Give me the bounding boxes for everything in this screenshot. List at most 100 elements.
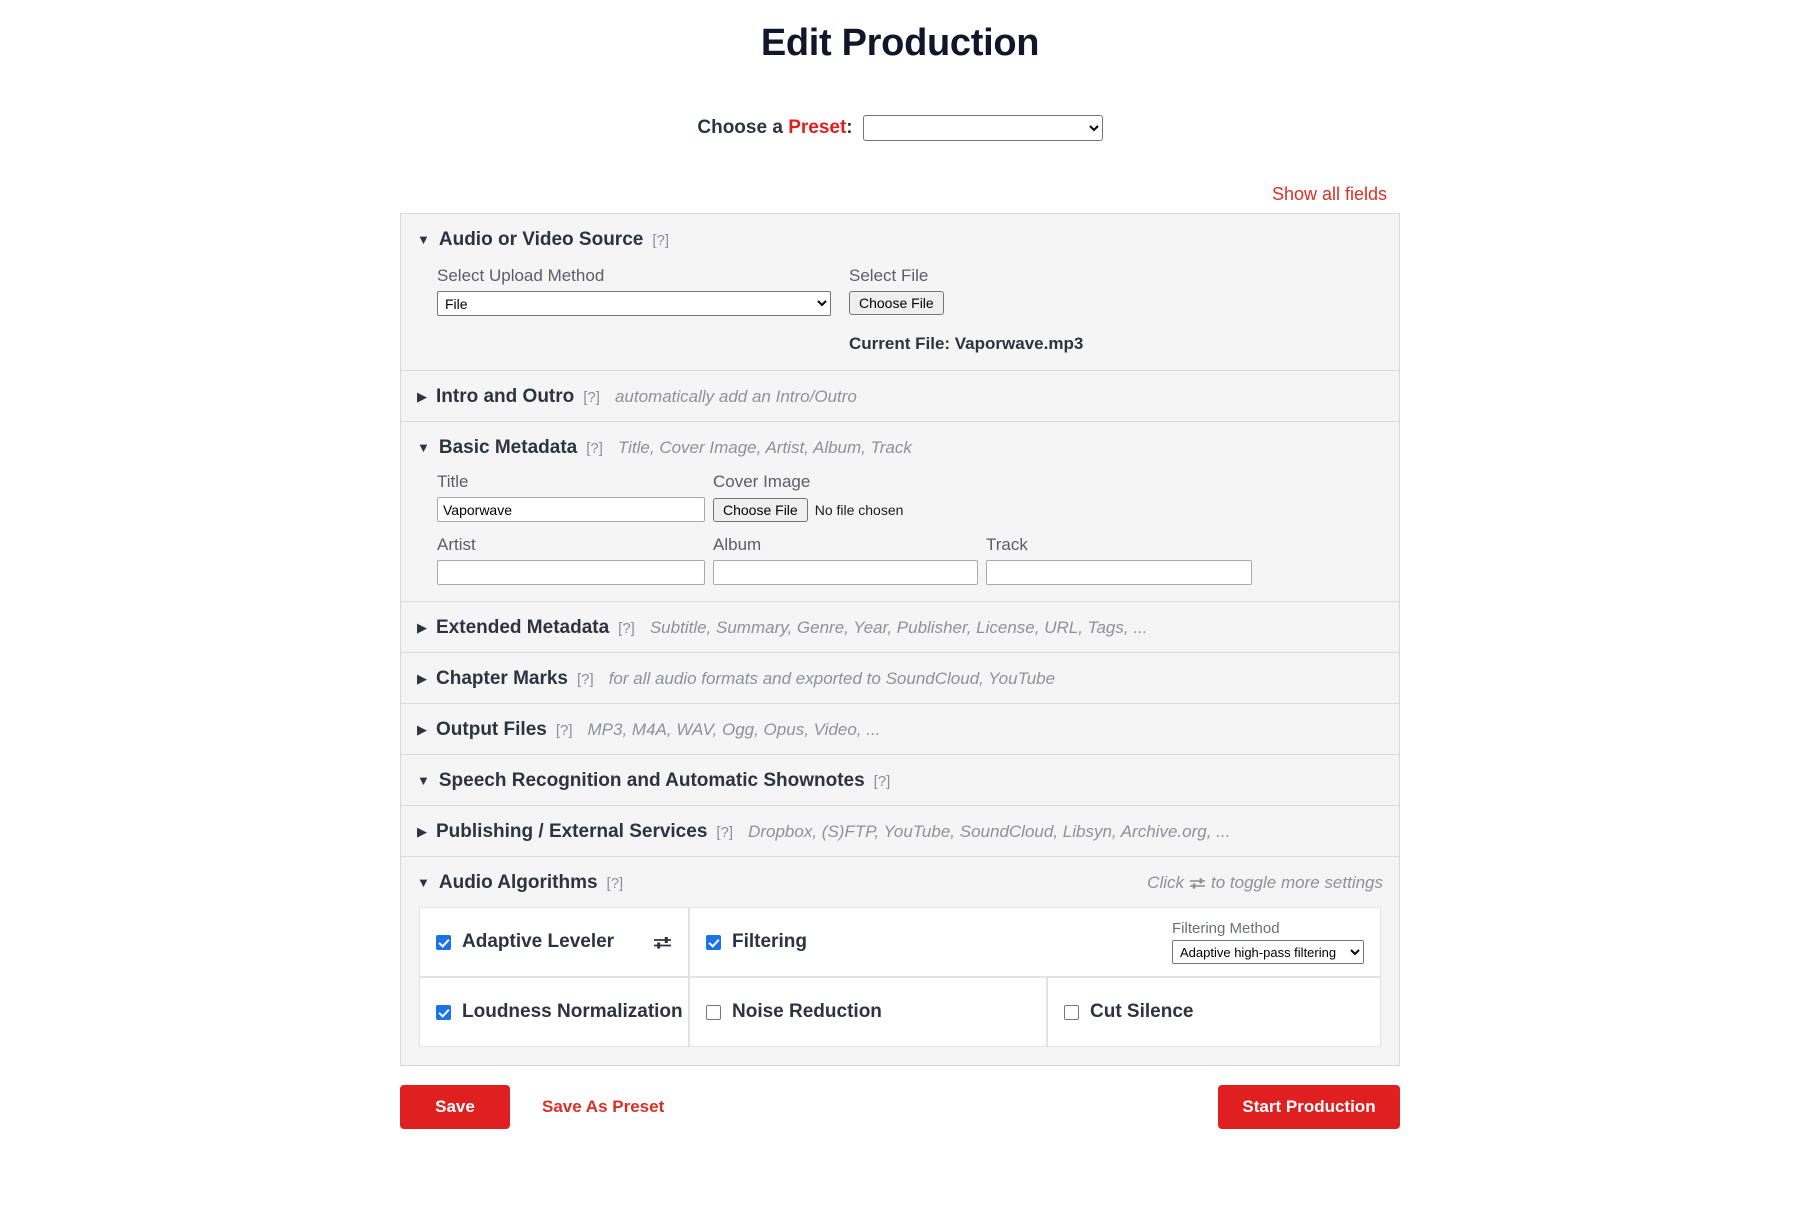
help-icon-basic-metadata[interactable]: [?]	[586, 440, 603, 457]
triangle-right-icon: ▶	[417, 723, 427, 736]
artist-label: Artist	[437, 535, 705, 555]
filtering-method-select[interactable]: Adaptive high-pass filtering	[1172, 940, 1364, 964]
section-audio-video-source: ▼ Audio or Video Source [?] Select Uploa…	[401, 214, 1399, 371]
section-intro-and-outro: ▶ Intro and Outro [?] automatically add …	[401, 371, 1399, 422]
label-noise-reduction: Noise Reduction	[732, 1001, 882, 1023]
preset-label-accent: Preset	[788, 117, 846, 138]
help-icon-publishing-external-services[interactable]: [?]	[716, 824, 733, 841]
section-chapter-marks: ▶ Chapter Marks [?] for all audio format…	[401, 653, 1399, 704]
algo-card-cut-silence[interactable]: Cut Silence	[1047, 977, 1381, 1047]
audio-algorithms-grid: Adaptive Leveler	[401, 907, 1399, 1065]
save-as-preset-button[interactable]: Save As Preset	[536, 1096, 670, 1118]
section-header-extended-metadata[interactable]: ▶ Extended Metadata [?] Subtitle, Summar…	[401, 602, 1399, 652]
album-input[interactable]	[713, 560, 978, 585]
select-file-label: Select File	[849, 266, 1083, 286]
choose-file-button-cover[interactable]: Choose File	[713, 498, 808, 522]
section-speech-recognition: ▼ Speech Recognition and Automatic Shown…	[401, 755, 1399, 806]
help-icon-output-files[interactable]: [?]	[556, 722, 573, 739]
help-icon-chapter-marks[interactable]: [?]	[577, 671, 594, 688]
checkbox-noise-reduction[interactable]	[706, 1005, 721, 1020]
triangle-right-icon: ▶	[417, 621, 427, 634]
section-output-files: ▶ Output Files [?] MP3, M4A, WAV, Ogg, O…	[401, 704, 1399, 755]
section-desc-output-files: MP3, M4A, WAV, Ogg, Opus, Video, ...	[588, 720, 881, 740]
upload-method-label: Select Upload Method	[437, 266, 831, 286]
section-body-basic-metadata: Title Cover Image Choose File No file ch…	[401, 472, 1399, 601]
algo-card-adaptive-leveler[interactable]: Adaptive Leveler	[419, 907, 689, 977]
section-header-intro-and-outro[interactable]: ▶ Intro and Outro [?] automatically add …	[401, 371, 1399, 421]
section-header-chapter-marks[interactable]: ▶ Chapter Marks [?] for all audio format…	[401, 653, 1399, 703]
section-publishing-external-services: ▶ Publishing / External Services [?] Dro…	[401, 806, 1399, 857]
show-all-fields-wrap: Show all fields	[400, 184, 1400, 205]
choose-file-button-source[interactable]: Choose File	[849, 291, 944, 315]
section-header-publishing-external-services[interactable]: ▶ Publishing / External Services [?] Dro…	[401, 806, 1399, 856]
audio-algorithms-hint: Click to toggle more settings	[1147, 873, 1383, 893]
section-header-speech-recognition[interactable]: ▼ Speech Recognition and Automatic Shown…	[401, 755, 1399, 805]
section-header-basic-metadata[interactable]: ▼ Basic Metadata [?] Title, Cover Image,…	[401, 422, 1399, 472]
show-all-fields-link[interactable]: Show all fields	[1272, 184, 1387, 204]
section-title-extended-metadata: Extended Metadata	[436, 617, 609, 639]
algo-card-loudness-normalization[interactable]: Loudness Normalization	[419, 977, 689, 1047]
edit-production-page: Edit Production Choose a Preset: Show al…	[0, 0, 1800, 1216]
section-header-audio-algorithms[interactable]: ▼ Audio Algorithms [?] Click to to	[401, 857, 1399, 907]
checkbox-cut-silence[interactable]	[1064, 1005, 1079, 1020]
triangle-down-icon: ▼	[417, 876, 430, 889]
section-title-publishing-external-services: Publishing / External Services	[436, 821, 707, 843]
section-header-output-files[interactable]: ▶ Output Files [?] MP3, M4A, WAV, Ogg, O…	[401, 704, 1399, 754]
triangle-right-icon: ▶	[417, 390, 427, 403]
section-title-intro-and-outro: Intro and Outro	[436, 386, 574, 408]
track-label: Track	[986, 535, 1252, 555]
track-input[interactable]	[986, 560, 1252, 585]
section-title-speech-recognition: Speech Recognition and Automatic Shownot…	[439, 770, 865, 792]
title-input[interactable]	[437, 497, 705, 522]
section-header-audio-video-source[interactable]: ▼ Audio or Video Source [?]	[401, 214, 1399, 264]
upload-method-select[interactable]: File	[437, 291, 831, 316]
triangle-right-icon: ▶	[417, 672, 427, 685]
section-extended-metadata: ▶ Extended Metadata [?] Subtitle, Summar…	[401, 602, 1399, 653]
cover-image-group: Cover Image Choose File No file chosen	[713, 472, 978, 522]
section-title-audio-video-source: Audio or Video Source	[439, 229, 643, 251]
section-audio-algorithms: ▼ Audio Algorithms [?] Click to to	[401, 857, 1399, 1065]
section-desc-intro-and-outro: automatically add an Intro/Outro	[615, 387, 857, 407]
section-desc-chapter-marks: for all audio formats and exported to So…	[609, 669, 1055, 689]
title-label: Title	[437, 472, 705, 492]
algo-card-filtering[interactable]: Filtering Filtering Method Adaptive high…	[689, 907, 1381, 977]
artist-input[interactable]	[437, 560, 705, 585]
section-title-audio-algorithms: Audio Algorithms	[439, 872, 598, 894]
section-desc-basic-metadata: Title, Cover Image, Artist, Album, Track	[618, 438, 912, 458]
save-button[interactable]: Save	[400, 1085, 510, 1129]
triangle-down-icon: ▼	[417, 233, 430, 246]
cover-file-status: No file chosen	[815, 502, 904, 518]
audio-algorithms-row-1: Adaptive Leveler	[419, 907, 1381, 977]
select-file-group: Select File Choose File Current File: Va…	[849, 266, 1083, 354]
help-icon-intro-and-outro[interactable]: [?]	[583, 389, 600, 406]
label-cut-silence: Cut Silence	[1090, 1001, 1193, 1023]
audio-algorithms-row-2: Loudness Normalization	[419, 977, 1381, 1047]
start-production-button[interactable]: Start Production	[1218, 1085, 1400, 1129]
triangle-down-icon: ▼	[417, 441, 430, 454]
preset-label-prefix: Choose a	[697, 117, 788, 138]
preset-label-suffix: :	[846, 117, 852, 138]
help-icon-audio-algorithms[interactable]: [?]	[607, 875, 624, 892]
title-field-group: Title	[437, 472, 705, 522]
hint-text-before: Click	[1147, 873, 1184, 893]
checkbox-filtering[interactable]	[706, 935, 721, 950]
help-icon-speech-recognition[interactable]: [?]	[874, 773, 891, 790]
checkbox-adaptive-leveler[interactable]	[436, 935, 451, 950]
preset-select[interactable]	[863, 115, 1103, 141]
track-field-group: Track	[986, 535, 1252, 585]
preset-label: Choose a Preset:	[697, 117, 852, 139]
sliders-toggle-icon-adaptive-leveler[interactable]	[653, 935, 672, 950]
section-title-basic-metadata: Basic Metadata	[439, 437, 577, 459]
label-adaptive-leveler: Adaptive Leveler	[462, 931, 614, 953]
checkbox-loudness-normalization[interactable]	[436, 1005, 451, 1020]
label-filtering: Filtering	[732, 931, 807, 953]
sliders-icon	[1189, 877, 1206, 890]
section-body-audio-video-source: Select Upload Method File Select File Ch…	[401, 264, 1399, 370]
filtering-method-label: Filtering Method	[1172, 920, 1364, 937]
help-icon-audio-video-source[interactable]: [?]	[652, 232, 669, 249]
help-icon-extended-metadata[interactable]: [?]	[618, 620, 635, 637]
section-desc-extended-metadata: Subtitle, Summary, Genre, Year, Publishe…	[650, 618, 1148, 638]
preset-chooser-row: Choose a Preset:	[0, 115, 1800, 141]
label-loudness-normalization: Loudness Normalization	[462, 1001, 683, 1023]
algo-card-noise-reduction[interactable]: Noise Reduction	[689, 977, 1047, 1047]
